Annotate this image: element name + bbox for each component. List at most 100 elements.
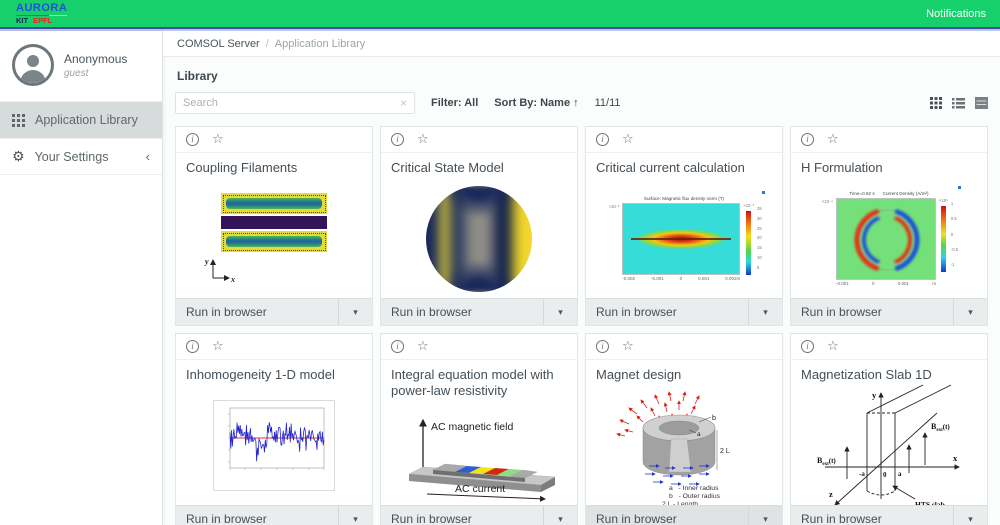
run-options-dropdown[interactable]: ▾ [953, 506, 987, 525]
info-icon[interactable]: i [596, 340, 609, 353]
axis-arrows: y x [203, 252, 237, 284]
app-title: H Formulation [801, 160, 977, 176]
favorite-star-icon[interactable]: ☆ [827, 133, 839, 146]
run-options-dropdown[interactable]: ▾ [748, 506, 782, 525]
svg-text:a - Inner radius: a - Inner radius [669, 485, 719, 492]
run-in-browser-button[interactable]: Run in browser [381, 506, 543, 525]
search-input[interactable] [183, 97, 400, 109]
run-in-browser-button[interactable]: Run in browser [176, 506, 338, 525]
run-in-browser-button[interactable]: Run in browser [586, 299, 748, 325]
grid-view-button[interactable] [930, 97, 942, 109]
app-title: Inhomogeneity 1-D model [186, 367, 362, 383]
info-icon[interactable]: i [801, 340, 814, 353]
collapse-sidebar-icon[interactable]: ‹ [146, 149, 150, 164]
caret-down-icon: ▾ [763, 307, 768, 318]
favorite-star-icon[interactable]: ☆ [417, 133, 429, 146]
info-icon[interactable]: i [391, 340, 404, 353]
run-options-dropdown[interactable]: ▾ [543, 299, 577, 325]
detail-view-icon [975, 97, 988, 109]
info-icon[interactable]: i [391, 133, 404, 146]
svg-text:Bext(t): Bext(t) [817, 456, 836, 467]
svg-text:y: y [872, 390, 877, 400]
sidebar-item-your-settings[interactable]: ⚙ Your Settings ‹ [0, 138, 162, 175]
app-card-integral-equation-model: i ☆ Integral equation model with power-l… [380, 333, 578, 525]
magnet-diagram: b a 2 L [599, 384, 769, 506]
favorite-star-icon[interactable]: ☆ [212, 133, 224, 146]
filter-control[interactable]: Filter: All [431, 97, 478, 109]
logo-kit-text: KIT [16, 17, 28, 25]
app-thumbnail: AC magnetic field [381, 408, 577, 503]
svg-text:0: 0 [883, 471, 887, 479]
app-thumbnail: Surface: Magnetic flux density norm (T) … [586, 181, 782, 296]
app-thumbnail: y x [176, 181, 372, 296]
user-name: Anonymous [64, 52, 127, 66]
list-view-icon [952, 97, 965, 109]
avatar [12, 44, 54, 86]
favorite-star-icon[interactable]: ☆ [827, 340, 839, 353]
caret-down-icon: ▾ [968, 307, 973, 318]
user-role: guest [64, 68, 127, 79]
clear-search-icon[interactable]: × [400, 97, 407, 109]
sidebar: Anonymous guest Application Library ⚙ Yo… [0, 31, 163, 525]
favorite-star-icon[interactable]: ☆ [212, 340, 224, 353]
svg-text:x: x [230, 275, 235, 284]
run-options-dropdown[interactable]: ▾ [338, 506, 372, 525]
app-card-inhomogeneity-1d-model: i ☆ Inhomogeneity 1-D model [175, 333, 373, 525]
library-toolbar: × Filter: All Sort By: Name ↑ 11/11 [175, 92, 988, 114]
sidebar-item-application-library[interactable]: Application Library [0, 101, 162, 138]
app-title: Critical State Model [391, 160, 567, 176]
logo-aurora-text: AURORA [16, 3, 67, 14]
result-count: 11/11 [595, 97, 621, 109]
app-title: Magnetization Slab 1D [801, 367, 977, 383]
breadcrumb-root[interactable]: COMSOL Server [177, 38, 260, 50]
run-options-dropdown[interactable]: ▾ [338, 299, 372, 325]
info-icon[interactable]: i [596, 133, 609, 146]
grid-view-icon [930, 97, 942, 109]
slab-diagram: x y z -a 0 a Bext(t) Bext(t) HTS slab [811, 383, 967, 506]
run-in-browser-button[interactable]: Run in browser [381, 299, 543, 325]
info-icon[interactable]: i [801, 133, 814, 146]
favorite-star-icon[interactable]: ☆ [622, 340, 634, 353]
svg-text:-a: -a [859, 470, 865, 478]
app-thumbnail: Time=0.62 s Current Density (A/m²) ×10⁻⁴ [791, 181, 987, 296]
caret-down-icon: ▾ [968, 514, 973, 525]
app-card-critical-current-calculation: i ☆ Critical current calculation Surface… [585, 126, 783, 326]
caret-down-icon: ▾ [763, 514, 768, 525]
app-thumbnail: b a 2 L [586, 388, 782, 503]
run-in-browser-button[interactable]: Run in browser [791, 506, 953, 525]
svg-text:HTS slab: HTS slab [915, 500, 945, 506]
list-view-button[interactable] [952, 97, 965, 109]
notifications-link[interactable]: Notifications [926, 8, 986, 20]
top-bar: AURORA KIT EPFL Notifications [0, 0, 1000, 27]
run-in-browser-button[interactable]: Run in browser [176, 299, 338, 325]
detail-view-button[interactable] [975, 97, 988, 109]
run-options-dropdown[interactable]: ▾ [748, 299, 782, 325]
run-in-browser-button[interactable]: Run in browser [586, 506, 748, 525]
svg-text:AC current: AC current [455, 483, 505, 495]
svg-text:z: z [829, 489, 833, 499]
app-title: Critical current calculation [596, 160, 772, 176]
favorite-star-icon[interactable]: ☆ [622, 133, 634, 146]
breadcrumb-separator: / [266, 38, 269, 50]
info-icon[interactable]: i [186, 340, 199, 353]
svg-text:b - Outer radius: b - Outer radius [669, 493, 721, 500]
caret-down-icon: ▾ [353, 514, 358, 525]
app-title: Integral equation model with power-law r… [391, 367, 567, 400]
run-in-browser-button[interactable]: Run in browser [791, 299, 953, 325]
aurora-logo: AURORA KIT EPFL [16, 3, 67, 25]
breadcrumb-current: Application Library [275, 38, 366, 50]
app-card-h-formulation: i ☆ H Formulation Time=0.62 s Current De… [790, 126, 988, 326]
run-options-dropdown[interactable]: ▾ [953, 299, 987, 325]
info-icon[interactable]: i [186, 133, 199, 146]
sidebar-item-label: Application Library [35, 113, 138, 127]
svg-text:2 L - Length: 2 L - Length [662, 501, 698, 506]
svg-text:y: y [204, 257, 209, 266]
run-options-dropdown[interactable]: ▾ [543, 506, 577, 525]
favorite-star-icon[interactable]: ☆ [417, 340, 429, 353]
application-grid: i ☆ Coupling Filaments [175, 126, 988, 525]
svg-text:AC magnetic field: AC magnetic field [431, 421, 513, 433]
person-icon [16, 49, 50, 83]
noise-plot [218, 404, 330, 482]
sort-control[interactable]: Sort By: Name ↑ [494, 97, 578, 109]
svg-text:x: x [953, 453, 958, 463]
